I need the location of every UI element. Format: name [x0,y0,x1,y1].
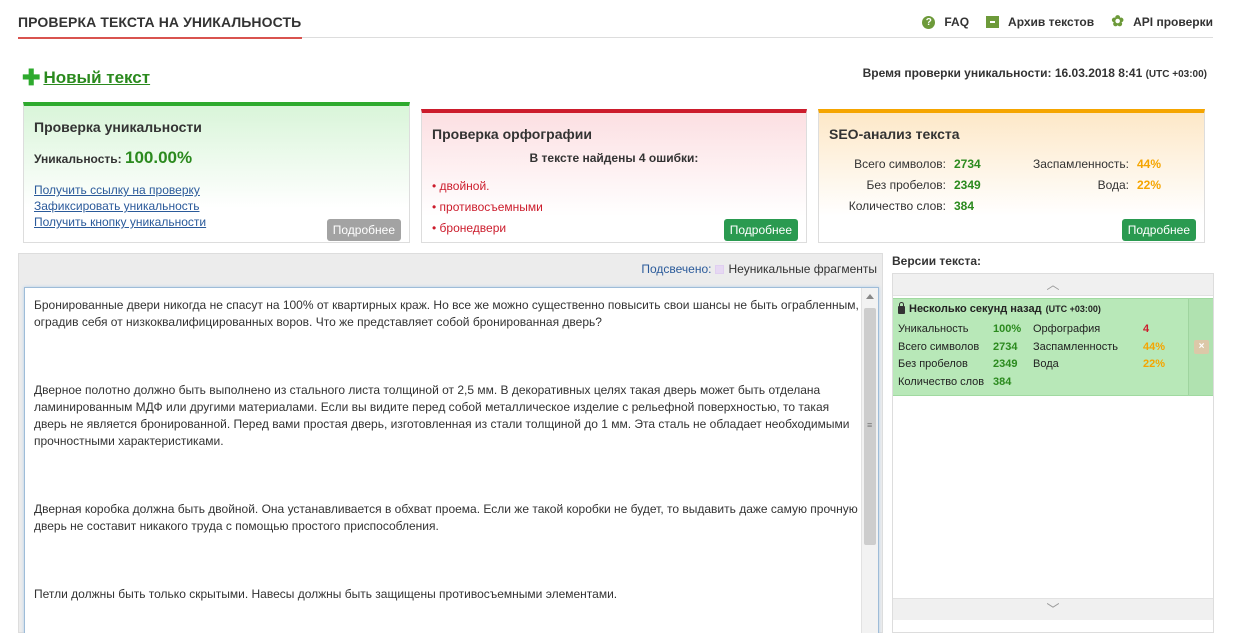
uniqueness-panel: Проверка уникальности Уникальность: 100.… [23,102,410,243]
editor-paragraph: Дверное полотно должно быть выполнено из… [34,383,850,448]
version-delete-area: × [1188,299,1213,395]
grip-icon: ≡ [867,420,873,430]
version-stats-right: Орфография 4 Заспамленность 44% Вода 22% [1033,321,1165,374]
close-icon[interactable]: × [1194,340,1209,354]
title-underline [18,37,302,39]
uniqueness-title: Проверка уникальности [34,119,202,135]
gear-icon: ✿ [1111,12,1124,30]
version-stat-row: Без пробелов 2349 [898,358,1018,370]
editor-paragraph: Дверная коробка должна быть двойной. Она… [34,502,858,533]
nav-archive-label: Архив текстов [1008,15,1095,29]
nav-api-label: API проверки [1133,15,1213,29]
seo-stat-row: Вода: 22% [1097,178,1162,192]
highlight-legend-text: Неуникальные фрагменты [728,262,877,276]
version-stat-row: Вода 22% [1033,358,1166,370]
spelling-count: В тексте найдены 4 ошибки: [529,151,699,165]
fix-uniqueness-link[interactable]: Зафиксировать уникальность [34,198,206,214]
new-text-label: Новый текст [43,68,151,87]
version-stats-left: Уникальность 100% Всего символов 2734 Без … [898,321,1021,391]
scroll-up-arrow-icon[interactable] [866,294,874,299]
chevron-up-icon: ︿ [1046,277,1060,292]
check-time: Время проверки уникальности: 16.03.2018 … [863,66,1207,80]
highlight-swatch [715,264,725,274]
scroll-thumb[interactable]: ≡ [864,308,876,545]
seo-panel: SEO-анализ текста Всего символов: 2734 Бе… [818,109,1205,243]
versions-down-button[interactable]: ﹀ [893,598,1213,620]
uniqueness-label: Уникальность: [34,152,122,166]
lock-icon [898,302,905,314]
editor-scrollbar[interactable]: ≡ [861,288,878,633]
highlight-legend: Подсвечено: Неуникальные фрагменты [641,262,877,276]
version-stat-row: Заспамленность 44% [1033,340,1166,353]
nav-api[interactable]: ✿ API проверки [1111,12,1213,30]
question-icon: ? [922,15,936,29]
get-button-link[interactable]: Получить кнопку уникальности [34,214,206,230]
archive-icon [986,16,1000,28]
version-header: Несколько секунд назад (UTC +03:00) [898,302,1101,315]
seo-stat-row: Без пробелов: 2349 [866,178,981,192]
versions-up-button[interactable]: ︿ [893,274,1213,296]
seo-stat-row: Заспамленность: 44% [1032,157,1162,171]
version-tz: (UTC +03:00) [1045,304,1101,314]
spelling-error-list: • двойной. • противосъемными • бронедвер… [432,176,543,239]
spelling-panel: Проверка орфографии В тексте найдены 4 о… [421,109,807,243]
spelling-error-item: • двойной. [432,179,490,193]
page-title: ПРОВЕРКА ТЕКСТА НА УНИКАЛЬНОСТЬ [18,14,302,30]
versions-title: Версии текста: [892,254,982,268]
new-text-link[interactable]: ✚ Новый текст [22,65,151,90]
versions-list: ︿ Несколько секунд назад (UTC +03:00) Ун… [892,273,1214,633]
version-stat-row: Орфография 4 [1033,323,1150,335]
nav-faq[interactable]: ? FAQ [922,15,969,29]
spelling-error-item: • бронедвери [432,221,507,235]
check-time-label: Время проверки уникальности: 16.03.2018 … [862,66,1143,80]
text-editor[interactable]: Бронированные двери никогда не спасут на… [24,287,879,633]
version-stat-row: Количество слов 384 [898,375,1012,388]
highlight-label: Подсвечено: [641,262,712,276]
editor-paragraph: Петли должны быть только скрытыми. Навес… [34,587,618,601]
editor-area: Подсвечено: Неуникальные фрагменты Брони… [18,253,883,633]
uniqueness-line: Уникальность: 100.00% [34,148,192,168]
spelling-title: Проверка орфографии [432,126,592,142]
nav-faq-label: FAQ [944,15,970,29]
top-nav: ? FAQ Архив текстов ✿ API проверки [922,12,1213,30]
seo-stat-row: Всего символов: 2734 [854,157,981,171]
spelling-more-button[interactable]: Подробнее [723,219,798,241]
version-item[interactable]: Несколько секунд назад (UTC +03:00) Уник… [893,298,1213,396]
plus-icon: ✚ [22,65,41,90]
version-item-body[interactable]: Несколько секунд назад (UTC +03:00) Уник… [893,299,1188,395]
spelling-error-item: • противосъемными [432,200,543,214]
seo-stats-left: Всего символов: 2734 Без пробелов: 2349 Ко… [829,154,981,217]
uniqueness-more-button[interactable]: Подробнее [326,219,401,241]
chevron-down-icon: ﹀ [1046,602,1060,617]
uniqueness-links: Получить ссылку на проверку Зафиксироват… [34,182,206,230]
version-time: Несколько секунд назад [909,303,1042,315]
version-stat-row: Уникальность 100% [898,323,1022,335]
editor-text[interactable]: Бронированные двери никогда не спасут на… [34,297,859,633]
check-time-tz: (UTC +03:00) [1145,69,1207,80]
seo-stats-right: Заспамленность: 44% Вода: 22% [999,154,1161,196]
uniqueness-value: 100.00% [125,148,193,167]
seo-more-button[interactable]: Подробнее [1121,219,1196,241]
get-link-link[interactable]: Получить ссылку на проверку [34,182,206,198]
seo-title: SEO-анализ текста [829,126,960,142]
nav-archive[interactable]: Архив текстов [986,15,1094,29]
seo-stat-row: Количество слов: 384 [848,199,975,213]
editor-paragraph: Бронированные двери никогда не спасут на… [34,298,859,329]
version-stat-row: Всего символов 2734 [898,340,1018,353]
